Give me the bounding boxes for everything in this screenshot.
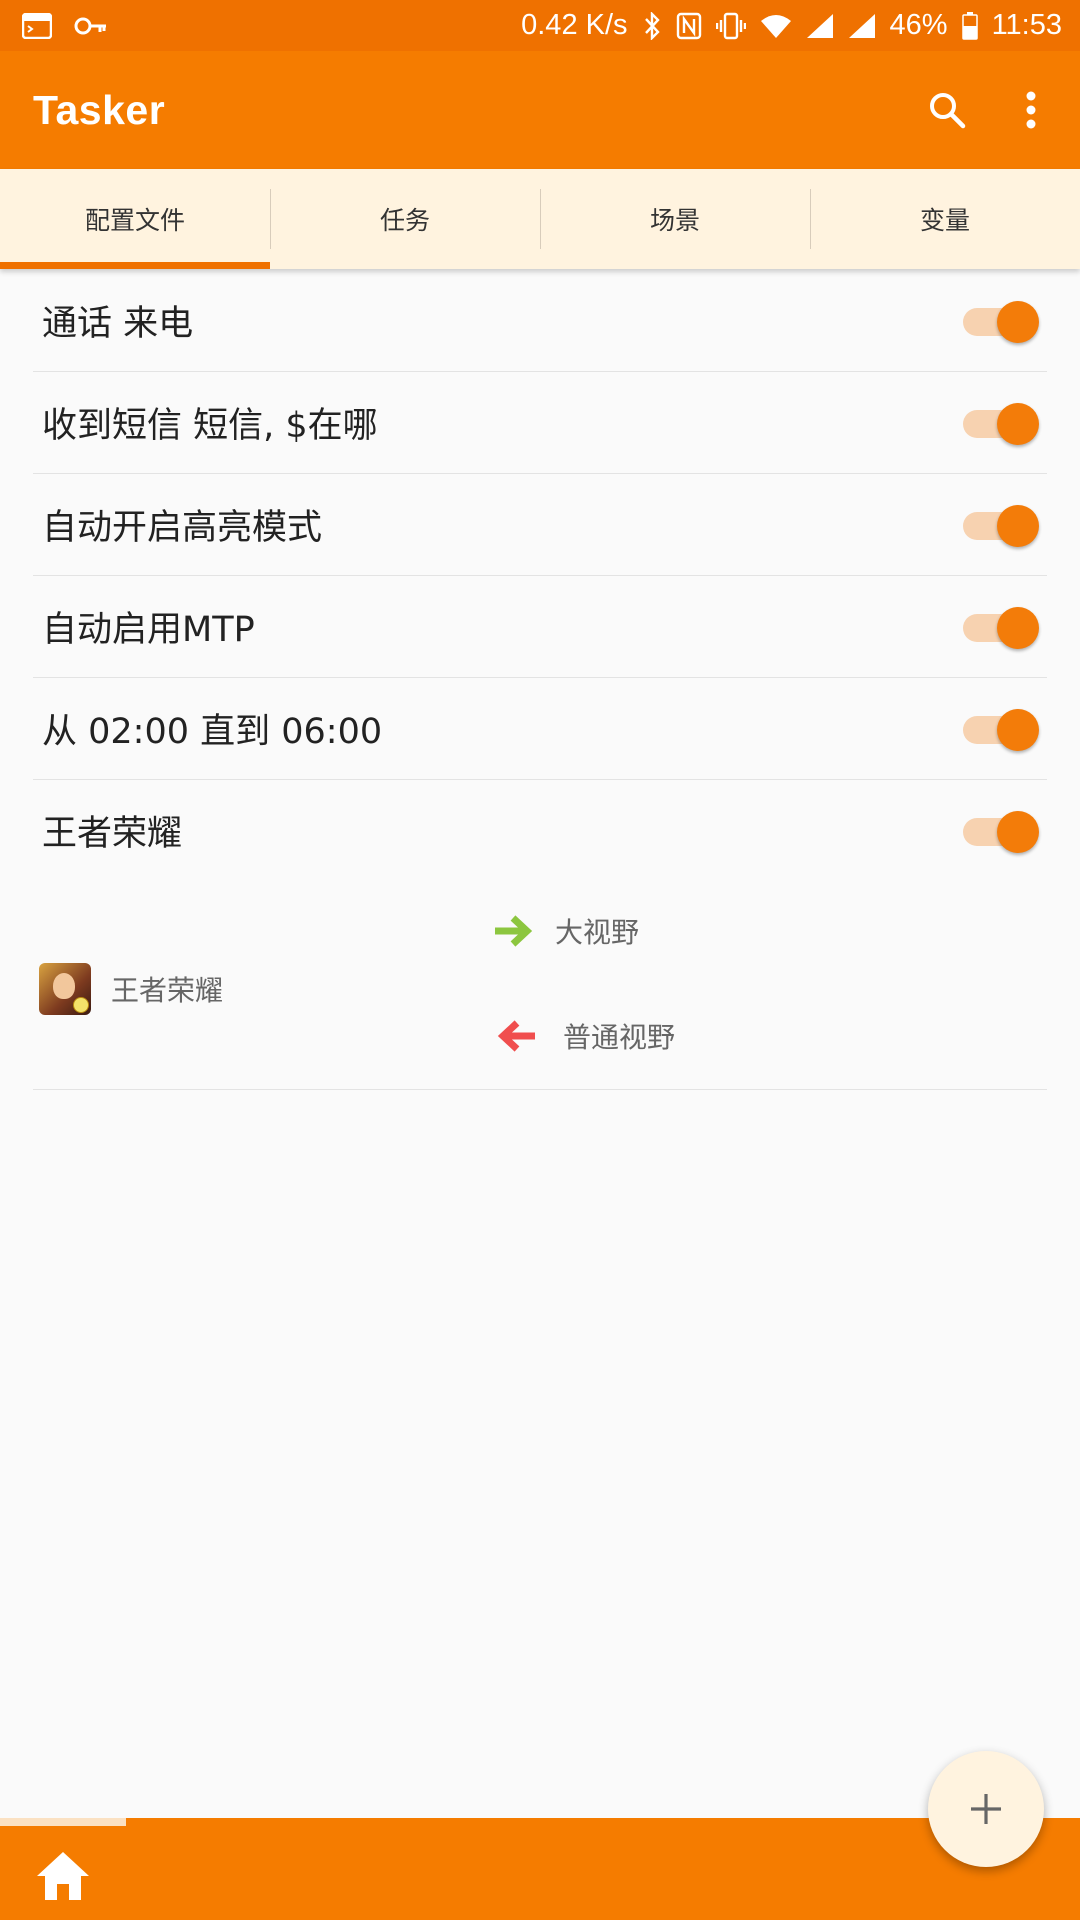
clock: 11:53 — [991, 9, 1062, 41]
signal-icon-2 — [848, 13, 876, 39]
tab-profiles[interactable]: 配置文件 — [0, 169, 270, 269]
tab-scenes[interactable]: 场景 — [540, 169, 810, 269]
nfc-icon — [676, 12, 702, 40]
profile-row[interactable]: 自动开启高亮模式 — [33, 474, 1047, 576]
add-fab-button[interactable] — [928, 1751, 1044, 1867]
search-icon — [930, 93, 966, 129]
bottom-bar — [0, 1818, 1080, 1920]
profile-list: 通话 来电 收到短信 短信, $在哪 自动开启高亮模式 自动启用MTP 从 02… — [0, 270, 1080, 1090]
plus-icon — [971, 1794, 1001, 1824]
context-label: 王者荣耀 — [111, 974, 224, 1007]
profile-row[interactable]: 收到短信 短信, $在哪 — [33, 372, 1047, 474]
tab-tasks[interactable]: 任务 — [270, 169, 540, 269]
exit-task[interactable]: 普通视野 — [493, 1016, 675, 1056]
profile-label: 通话 来电 — [42, 304, 194, 344]
profile-label: 自动启用MTP — [42, 610, 255, 650]
profile-detail: 王者荣耀 大视野 普通视野 — [33, 881, 1047, 1090]
battery-percent: 46% — [889, 9, 948, 41]
vibrate-icon — [715, 12, 746, 40]
profile-row[interactable]: 王者荣耀 — [33, 780, 1047, 881]
profile-row[interactable]: 自动启用MTP — [33, 576, 1047, 678]
arrow-left-icon — [497, 1020, 535, 1052]
app-title: Tasker — [33, 86, 166, 133]
profile-label: 收到短信 短信, $在哪 — [42, 406, 378, 446]
profile-toggle[interactable] — [963, 300, 1039, 343]
profile-row[interactable]: 通话 来电 — [33, 270, 1047, 372]
tab-variables[interactable]: 变量 — [810, 169, 1080, 269]
profile-toggle[interactable] — [963, 606, 1039, 649]
exit-task-label: 普通视野 — [563, 1021, 676, 1054]
more-vert-icon — [1026, 91, 1036, 129]
home-button[interactable] — [33, 1848, 93, 1904]
profile-label: 王者荣耀 — [42, 814, 183, 854]
profile-label: 从 02:00 直到 06:00 — [42, 712, 383, 752]
profile-toggle[interactable] — [963, 402, 1039, 445]
profile-toggle[interactable] — [963, 504, 1039, 547]
app-context[interactable]: 王者荣耀 — [39, 963, 223, 1015]
bottom-indicator — [0, 1818, 126, 1826]
battery-icon — [961, 11, 978, 40]
vpn-key-icon — [74, 15, 108, 37]
profile-label: 自动开启高亮模式 — [42, 508, 323, 548]
terminal-icon — [22, 12, 52, 39]
arrow-right-icon — [495, 915, 533, 947]
profile-toggle[interactable] — [963, 810, 1039, 853]
wifi-icon — [760, 13, 792, 39]
tab-bar: 配置文件 任务 场景 变量 — [0, 169, 1080, 269]
profile-row[interactable]: 从 02:00 直到 06:00 — [33, 678, 1047, 780]
app-bar: Tasker — [0, 51, 1080, 169]
search-button[interactable] — [912, 75, 982, 145]
more-options-button[interactable] — [996, 75, 1066, 145]
bluetooth-icon — [642, 11, 662, 40]
signal-icon — [806, 13, 834, 39]
enter-task[interactable]: 大视野 — [493, 911, 639, 951]
home-icon — [37, 1852, 89, 1900]
status-bar: 0.42 K/s 46% 11:53 — [0, 0, 1080, 51]
enter-task-label: 大视野 — [555, 916, 640, 949]
network-speed: 0.42 K/s — [521, 9, 628, 41]
game-app-icon — [39, 963, 91, 1015]
profile-toggle[interactable] — [963, 708, 1039, 751]
